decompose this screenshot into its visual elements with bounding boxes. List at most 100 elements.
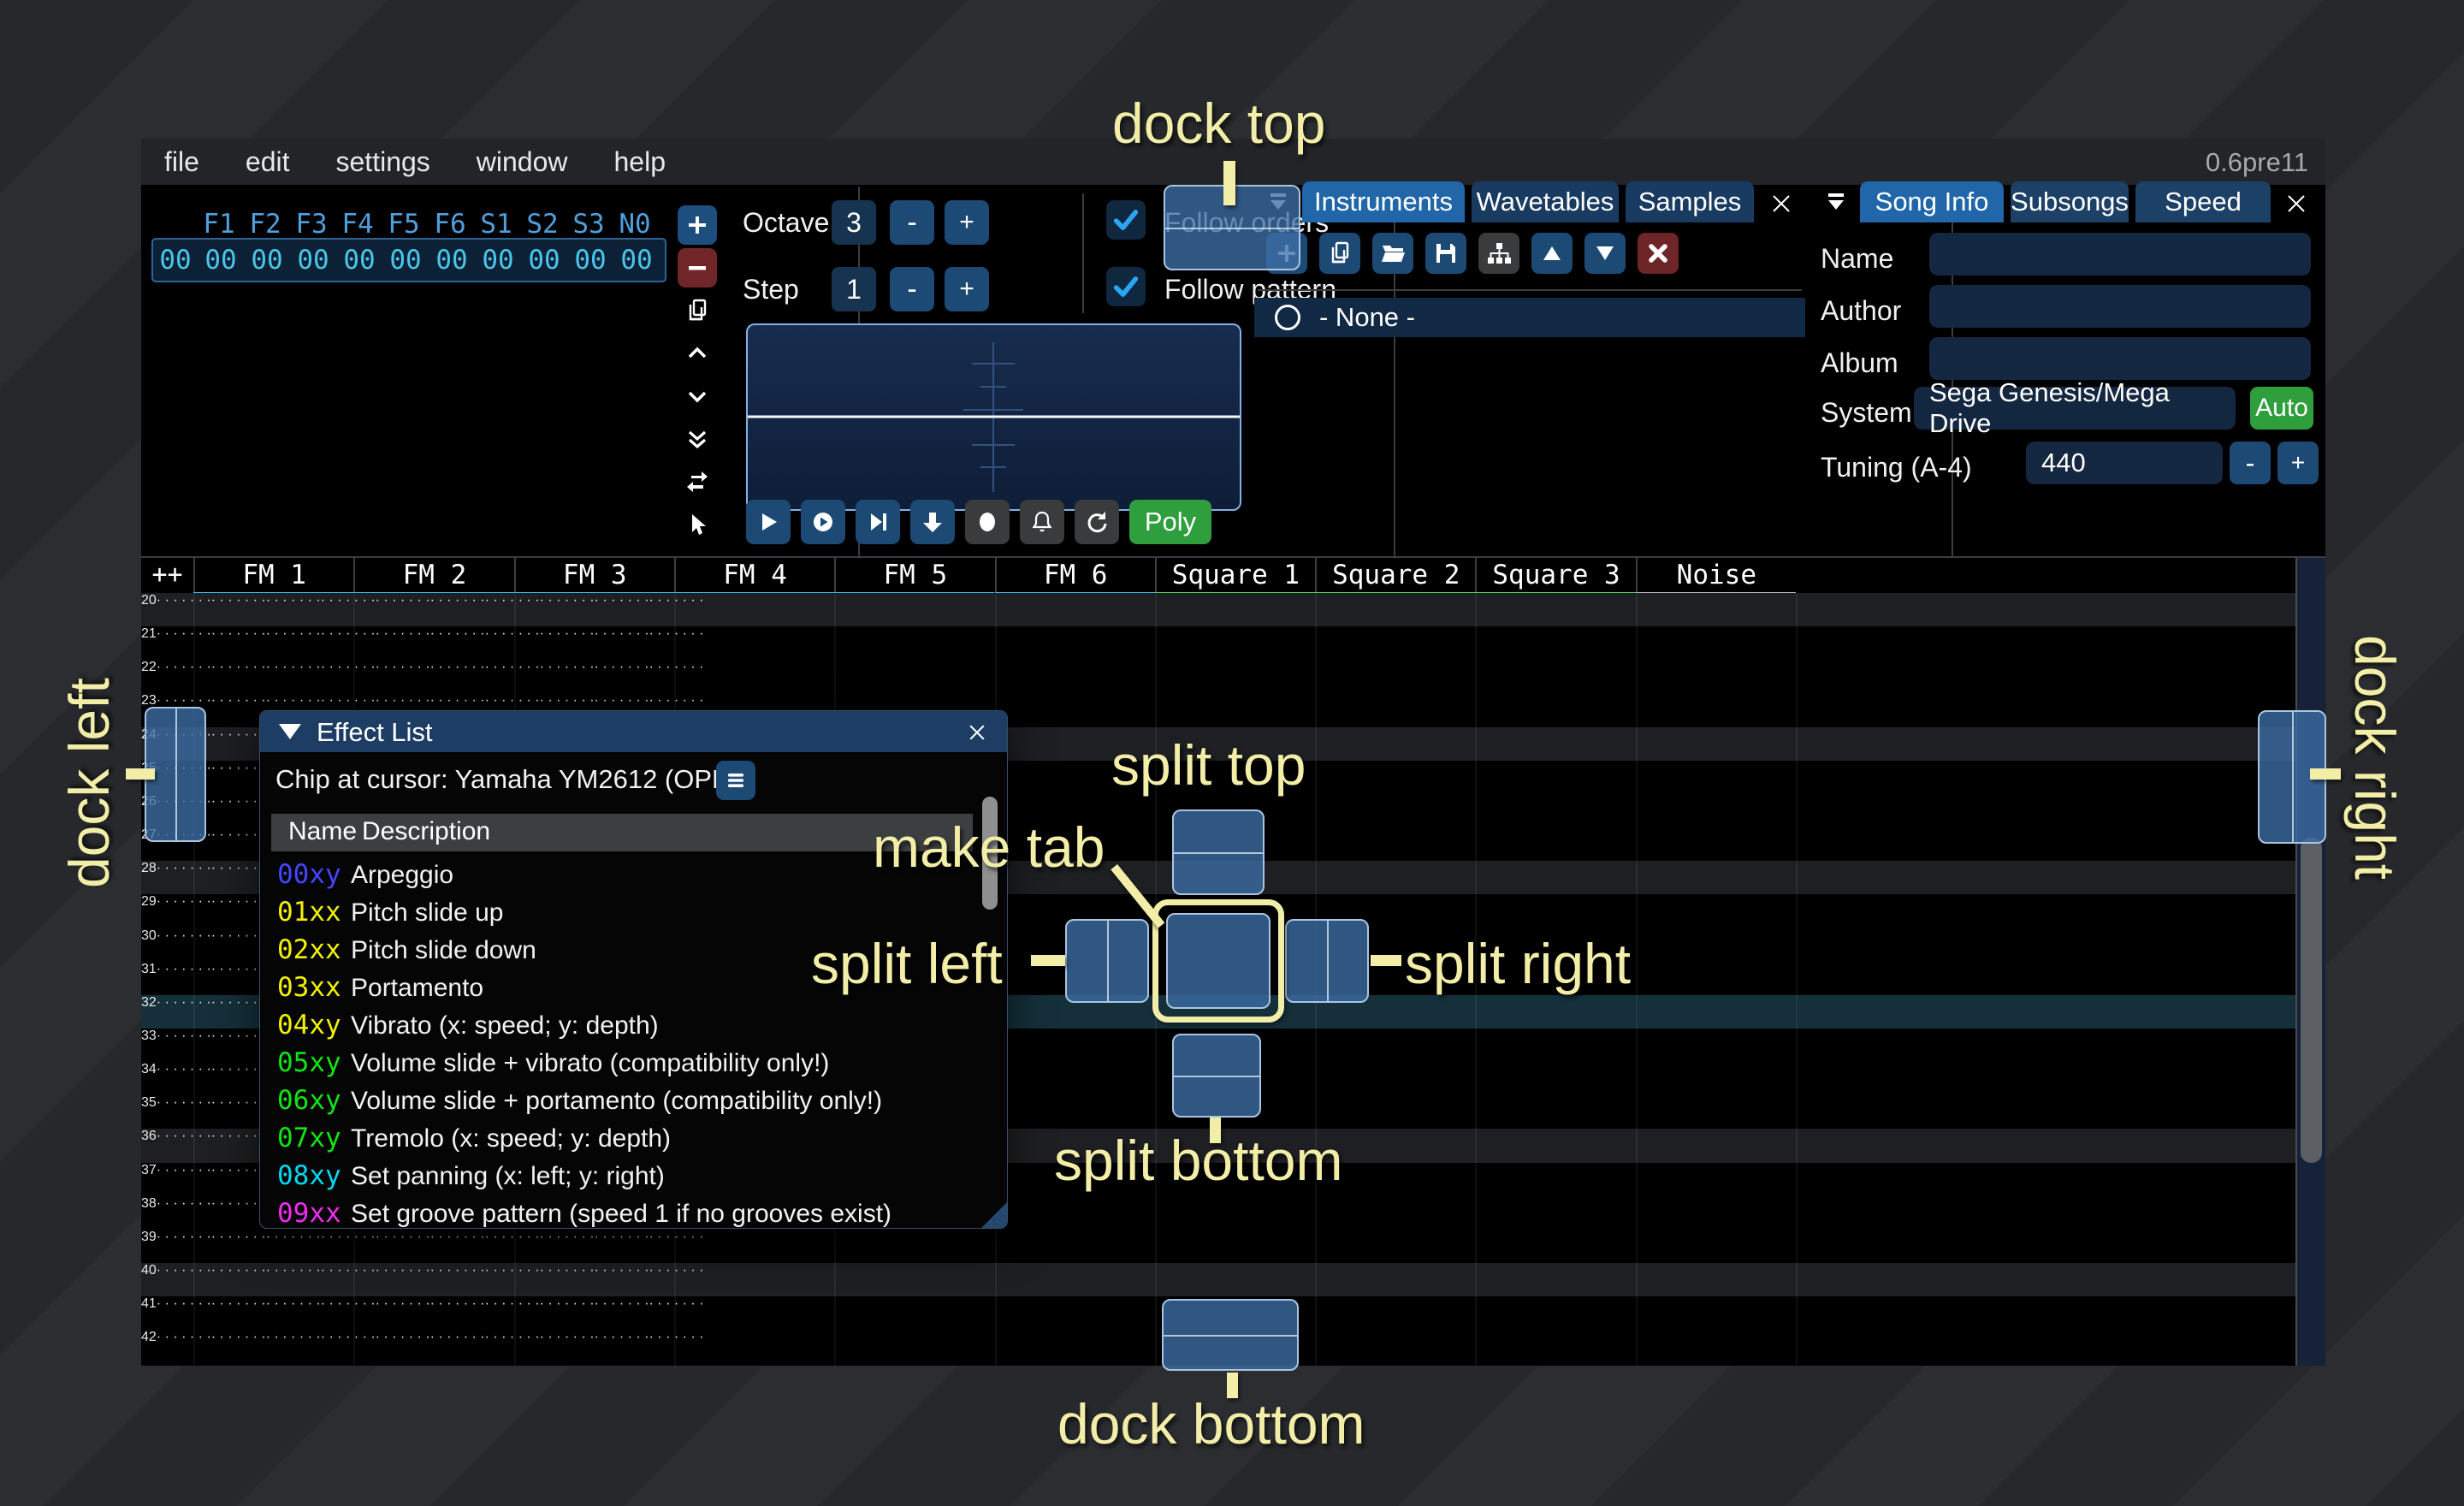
- tab-samples[interactable]: Samples: [1626, 181, 1754, 222]
- pattern-cell[interactable]: · · · · · · ·: [157, 1163, 211, 1177]
- instrument-tree-button[interactable]: [1478, 233, 1519, 274]
- pattern-cell[interactable]: · · · · · · ·: [376, 1330, 430, 1344]
- pattern-cell[interactable]: · · · · · · ·: [321, 693, 376, 708]
- order-exchange-button[interactable]: [678, 462, 717, 501]
- menu-file[interactable]: file: [141, 146, 222, 178]
- pattern-cell[interactable]: · · · · · · ·: [157, 1029, 211, 1043]
- pattern-cell[interactable]: · · · · · · ·: [595, 1263, 649, 1278]
- order-double-chevron-down-button[interactable]: [678, 419, 717, 459]
- instrument-save-button[interactable]: [1425, 233, 1466, 274]
- pattern-cell[interactable]: · · · · · · ·: [321, 1330, 376, 1344]
- pattern-cell[interactable]: · · · · · · ·: [157, 1095, 211, 1110]
- pattern-cell[interactable]: · · · · · · ·: [540, 693, 595, 708]
- pattern-cell[interactable]: · · · · · · ·: [485, 1263, 540, 1278]
- pattern-cell[interactable]: · · · · · · ·: [157, 1196, 211, 1211]
- menu-settings[interactable]: settings: [313, 146, 453, 178]
- pattern-cell[interactable]: · · · · · · ·: [595, 693, 649, 708]
- pattern-cell[interactable]: · · · · · · ·: [321, 1230, 376, 1244]
- effect-table-header[interactable]: Name Description: [271, 814, 973, 851]
- pattern-row[interactable]: 22· · · · · · ·· · · · · · ·· · · · · · …: [141, 660, 2295, 693]
- pattern-row[interactable]: 20· · · · · · ·· · · · · · ·· · · · · · …: [141, 593, 2295, 626]
- name-field[interactable]: [1929, 233, 2311, 276]
- pattern-scrollbar-thumb[interactable]: [2301, 838, 2322, 1163]
- order-value-F4[interactable]: 00: [336, 245, 382, 276]
- tuning-decrease-button[interactable]: -: [2230, 442, 2271, 484]
- channel-header-fm-2[interactable]: FM 2: [353, 558, 513, 594]
- pattern-row[interactable]: 21· · · · · · ·· · · · · · ·· · · · · · …: [141, 626, 2295, 660]
- pattern-cell[interactable]: · · · · · · ·: [540, 1330, 595, 1344]
- channel-header-fm-6[interactable]: FM 6: [995, 558, 1155, 594]
- pattern-row[interactable]: 40· · · · · · ·· · · · · · ·· · · · · · …: [141, 1263, 2295, 1296]
- pattern-cell[interactable]: · · · · · · ·: [376, 626, 430, 641]
- pattern-cell[interactable]: · · · · · · ·: [485, 593, 540, 608]
- pattern-cell[interactable]: · · · · · · ·: [376, 1296, 430, 1311]
- pattern-cell[interactable]: · · · · · · ·: [376, 693, 430, 708]
- pattern-cell[interactable]: · · · · · · ·: [595, 1230, 649, 1244]
- pattern-cell[interactable]: · · · · · · ·: [211, 794, 266, 809]
- pattern-cell[interactable]: · · · · · · ·: [211, 928, 266, 943]
- instrument-delete-x-button[interactable]: [1638, 233, 1679, 274]
- pattern-cell[interactable]: · · · · · · ·: [540, 1230, 595, 1244]
- instrument-list-item[interactable]: - None -: [1254, 298, 1805, 337]
- pattern-cell[interactable]: · · · · · · ·: [321, 626, 376, 641]
- pattern-cell[interactable]: · · · · · · ·: [211, 1029, 266, 1043]
- tuning-increase-button[interactable]: +: [2277, 442, 2319, 484]
- pattern-cell[interactable]: · · · · · · ·: [211, 1230, 266, 1244]
- pattern-cell[interactable]: · · · · · · ·: [430, 693, 485, 708]
- transport-arrow-down-button[interactable]: [910, 500, 955, 544]
- pattern-cell[interactable]: · · · · · · ·: [321, 660, 376, 674]
- menu-window[interactable]: window: [453, 146, 591, 178]
- pattern-cell[interactable]: · · · · · · ·: [540, 593, 595, 608]
- tab-speed[interactable]: Speed: [2135, 181, 2271, 222]
- order-value-S1[interactable]: 00: [475, 245, 521, 276]
- order-value-S2[interactable]: 00: [521, 245, 567, 276]
- name-column-header[interactable]: Name: [288, 817, 357, 846]
- channel-header-square-2[interactable]: Square 2: [1315, 558, 1475, 594]
- transport-step-forward-button[interactable]: [856, 500, 900, 544]
- effect-row-05xy[interactable]: 05xyVolume slide + vibrato (compatibilit…: [260, 1045, 1007, 1082]
- pattern-cell[interactable]: · · · · · · ·: [157, 1263, 211, 1278]
- pattern-cell[interactable]: · · · · · · ·: [376, 593, 430, 608]
- tab-wavetables[interactable]: Wavetables: [1472, 181, 1619, 222]
- pattern-cell[interactable]: · · · · · · ·: [321, 593, 376, 608]
- pattern-cell[interactable]: · · · · · · ·: [649, 1296, 704, 1311]
- pattern-cell[interactable]: · · · · · · ·: [266, 660, 321, 674]
- pattern-cell[interactable]: · · · · · · ·: [321, 1296, 376, 1311]
- pattern-cell[interactable]: · · · · · · ·: [266, 693, 321, 708]
- pattern-cell[interactable]: · · · · · · ·: [649, 660, 704, 674]
- pattern-cell[interactable]: · · · · · · ·: [157, 861, 211, 875]
- pattern-cell[interactable]: · · · · · · ·: [266, 1263, 321, 1278]
- pattern-cell[interactable]: · · · · · · ·: [211, 1196, 266, 1211]
- close-instruments-button[interactable]: [1764, 187, 1798, 221]
- pattern-cell[interactable]: · · · · · · ·: [157, 1230, 211, 1244]
- pattern-cell[interactable]: · · · · · · ·: [266, 1230, 321, 1244]
- pattern-cell[interactable]: · · · · · · ·: [211, 626, 266, 641]
- order-cursor-button[interactable]: [678, 505, 717, 544]
- pattern-cell[interactable]: · · · · · · ·: [211, 693, 266, 708]
- follow-pattern-checkbox[interactable]: [1106, 267, 1146, 306]
- pattern-cell[interactable]: · · · · · · ·: [211, 861, 266, 875]
- pattern-cell[interactable]: · · · · · · ·: [266, 1330, 321, 1344]
- pattern-cell[interactable]: · · · · · · ·: [211, 894, 266, 909]
- author-field[interactable]: [1929, 285, 2311, 328]
- step-value[interactable]: 1: [832, 267, 876, 311]
- description-column-header[interactable]: Description: [362, 817, 490, 846]
- pattern-cell[interactable]: · · · · · · ·: [649, 1230, 704, 1244]
- effect-row-07xy[interactable]: 07xyTremolo (x: speed; y: depth): [260, 1120, 1007, 1158]
- pattern-cell[interactable]: · · · · · · ·: [157, 1129, 211, 1143]
- pattern-cell[interactable]: · · · · · · ·: [430, 1296, 485, 1311]
- split-right-target[interactable]: [1285, 919, 1369, 1003]
- pattern-cell[interactable]: · · · · · · ·: [430, 660, 485, 674]
- pattern-cell[interactable]: · · · · · · ·: [649, 626, 704, 641]
- order-value-F3[interactable]: 00: [290, 245, 336, 276]
- channel-header-square-3[interactable]: Square 3: [1475, 558, 1635, 594]
- order-value-F1[interactable]: 00: [198, 245, 244, 276]
- pattern-cell[interactable]: · · · · · · ·: [595, 660, 649, 674]
- effect-list-titlebar[interactable]: Effect List: [260, 711, 1007, 752]
- pattern-corner-add[interactable]: ++: [141, 558, 193, 594]
- resize-grip[interactable]: [981, 1202, 1007, 1228]
- pattern-cell[interactable]: · · · · · · ·: [485, 660, 540, 674]
- instrument-folder-open-button[interactable]: [1372, 233, 1413, 274]
- pattern-cell[interactable]: · · · · · · ·: [266, 1296, 321, 1311]
- octave-value[interactable]: 3: [832, 200, 876, 245]
